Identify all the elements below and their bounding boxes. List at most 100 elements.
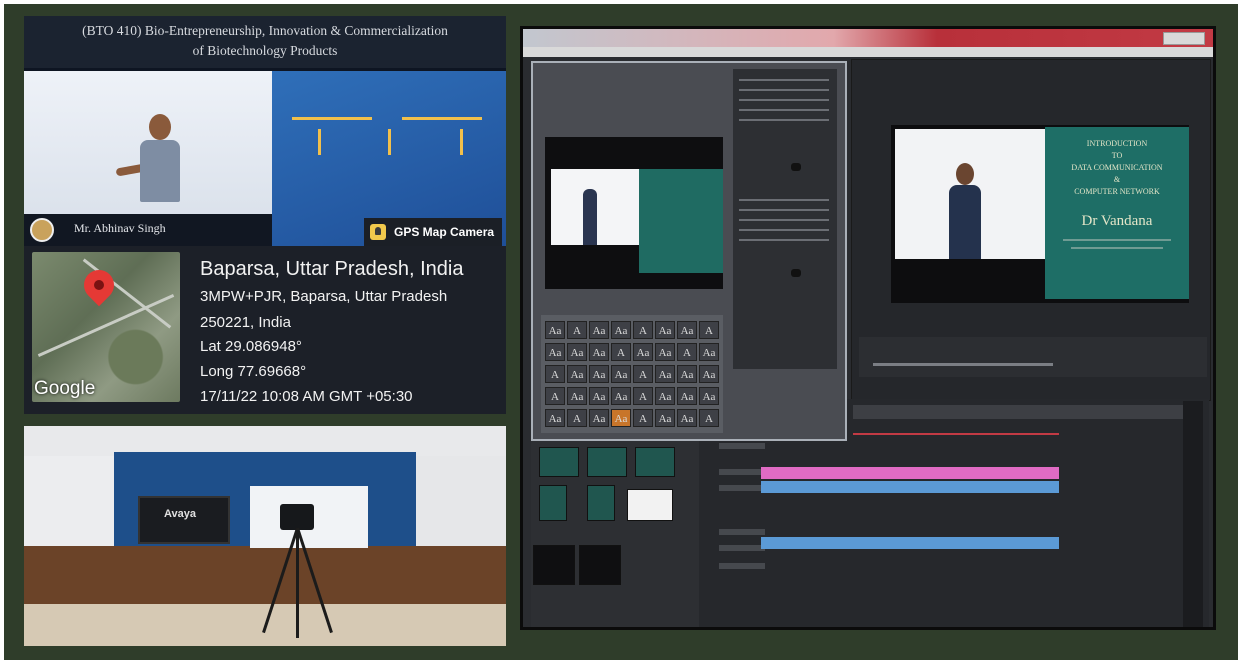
glyph-tile[interactable]: A bbox=[633, 409, 653, 427]
track-header[interactable] bbox=[719, 529, 765, 535]
glyph-tile[interactable]: A bbox=[567, 321, 587, 339]
audio-clip[interactable] bbox=[761, 481, 1059, 493]
bin-thumbnail[interactable] bbox=[579, 545, 621, 585]
course-title-line1: (BTO 410) Bio-Entrepreneurship, Innovati… bbox=[82, 23, 448, 38]
audio-clip[interactable] bbox=[761, 537, 1059, 549]
effects-panel bbox=[733, 69, 837, 369]
track-header[interactable] bbox=[719, 563, 765, 569]
display-brand-label: Avaya bbox=[164, 508, 197, 520]
glyph-tile[interactable]: Aa bbox=[655, 343, 675, 361]
glyph-tile[interactable]: Aa bbox=[677, 365, 697, 383]
video-clip[interactable] bbox=[761, 467, 1059, 479]
presenter-body bbox=[140, 140, 180, 202]
slide-line1: INTRODUCTION bbox=[1086, 139, 1148, 148]
bin-thumbnail[interactable] bbox=[627, 489, 673, 521]
glyph-tile[interactable]: Aa bbox=[699, 343, 719, 361]
glyph-tile[interactable]: Aa bbox=[567, 365, 587, 383]
glyph-tile[interactable]: Aa bbox=[677, 409, 697, 427]
editor-titlebar bbox=[523, 29, 1213, 47]
glyph-tile[interactable]: Aa bbox=[611, 321, 631, 339]
glyph-tile[interactable]: Aa bbox=[545, 409, 565, 427]
effect-item[interactable] bbox=[739, 109, 829, 111]
glyph-tile[interactable]: Aa bbox=[699, 387, 719, 405]
course-title-banner: (BTO 410) Bio-Entrepreneurship, Innovati… bbox=[24, 16, 506, 68]
lecture-photo: (BTO 410) Bio-Entrepreneurship, Innovati… bbox=[24, 16, 506, 414]
presenter-name: Mr. Abhinav Singh bbox=[74, 221, 166, 235]
glyph-tile[interactable]: A bbox=[611, 343, 631, 361]
studio-photo: Avaya bbox=[24, 426, 506, 646]
glyph-tile[interactable]: Aa bbox=[655, 365, 675, 383]
bin-thumbnail[interactable] bbox=[539, 485, 567, 521]
effect-item[interactable] bbox=[739, 209, 829, 211]
timeline-work-area bbox=[853, 433, 1059, 435]
glyph-tile[interactable]: A bbox=[545, 365, 565, 383]
tripod-leg bbox=[296, 528, 299, 638]
glyph-tile[interactable]: A bbox=[677, 343, 697, 361]
program-speaker bbox=[949, 185, 981, 259]
glyph-tile[interactable]: A bbox=[633, 321, 653, 339]
effect-item[interactable] bbox=[739, 79, 829, 81]
glyph-tile[interactable]: Aa bbox=[655, 321, 675, 339]
video-camera-icon bbox=[280, 504, 314, 530]
glyph-tile[interactable]: Aa bbox=[567, 343, 587, 361]
glyph-tile[interactable]: Aa bbox=[611, 387, 631, 405]
glyph-tile[interactable]: Aa bbox=[545, 343, 565, 361]
effect-item[interactable] bbox=[739, 239, 829, 241]
glyph-tile[interactable]: A bbox=[699, 321, 719, 339]
glyph-tile[interactable]: A bbox=[633, 387, 653, 405]
glyph-tile[interactable]: Aa bbox=[545, 321, 565, 339]
glyph-tile[interactable]: Aa bbox=[589, 343, 609, 361]
effect-item[interactable] bbox=[739, 219, 829, 221]
track-header[interactable] bbox=[719, 545, 765, 551]
glyph-tile[interactable]: A bbox=[567, 409, 587, 427]
effect-item[interactable] bbox=[739, 89, 829, 91]
timeline-ruler[interactable] bbox=[853, 405, 1183, 419]
track-header[interactable] bbox=[719, 469, 765, 475]
glyph-tile[interactable]: Aa bbox=[677, 387, 697, 405]
glyph-tile[interactable]: A bbox=[699, 409, 719, 427]
studio-wainscot bbox=[24, 546, 506, 606]
glyph-tile[interactable]: Aa bbox=[589, 365, 609, 383]
glyph-tile[interactable]: Aa bbox=[589, 321, 609, 339]
glyph-tile[interactable]: Aa bbox=[611, 365, 631, 383]
effect-item[interactable] bbox=[739, 229, 829, 231]
geotag-latitude: Lat 29.086948° bbox=[200, 338, 302, 355]
slide-line2: TO bbox=[1111, 151, 1123, 160]
glyph-tile[interactable]: Aa bbox=[677, 321, 697, 339]
slide-arrow bbox=[388, 129, 391, 155]
glyph-tile[interactable]: Aa bbox=[655, 387, 675, 405]
glyph-tile[interactable]: Aa bbox=[589, 387, 609, 405]
glyph-tile[interactable]: A bbox=[633, 365, 653, 383]
glyph-tile[interactable]: Aa bbox=[655, 409, 675, 427]
effect-item[interactable] bbox=[739, 199, 829, 201]
slide-connector bbox=[292, 117, 372, 120]
bin-thumbnail[interactable] bbox=[539, 447, 579, 477]
editor-menubar bbox=[523, 47, 1213, 57]
effect-item[interactable] bbox=[739, 119, 829, 121]
gps-camera-icon bbox=[370, 224, 386, 240]
university-logo bbox=[30, 218, 54, 242]
bin-thumbnail[interactable] bbox=[533, 545, 575, 585]
glyph-tile[interactable]: Aa bbox=[699, 365, 719, 383]
bin-thumbnail[interactable] bbox=[587, 485, 615, 521]
audio-meter bbox=[1183, 401, 1203, 627]
playback-controls[interactable] bbox=[859, 337, 1207, 377]
slide-arrow bbox=[460, 129, 463, 155]
map-provider-label: Google bbox=[34, 378, 96, 399]
geotag-address-line2: 250221, India bbox=[200, 314, 291, 331]
glyph-tile[interactable]: Aa bbox=[633, 343, 653, 361]
slide-author: Dr Vandana bbox=[1081, 213, 1153, 229]
bin-thumbnail[interactable] bbox=[635, 447, 675, 477]
effect-swatch bbox=[791, 163, 801, 171]
glyph-tile[interactable]: Aa bbox=[589, 409, 609, 427]
track-header[interactable] bbox=[719, 443, 765, 449]
glyph-tile[interactable]: A bbox=[545, 387, 565, 405]
slide-subtitle-line bbox=[1063, 239, 1171, 241]
effect-item[interactable] bbox=[739, 99, 829, 101]
bin-thumbnail[interactable] bbox=[587, 447, 627, 477]
slide-connector bbox=[402, 117, 482, 120]
glyph-tile[interactable]: Aa bbox=[567, 387, 587, 405]
track-header[interactable] bbox=[719, 485, 765, 491]
playback-scrubber[interactable] bbox=[873, 363, 1053, 366]
glyph-tile[interactable]: Aa bbox=[611, 409, 631, 427]
